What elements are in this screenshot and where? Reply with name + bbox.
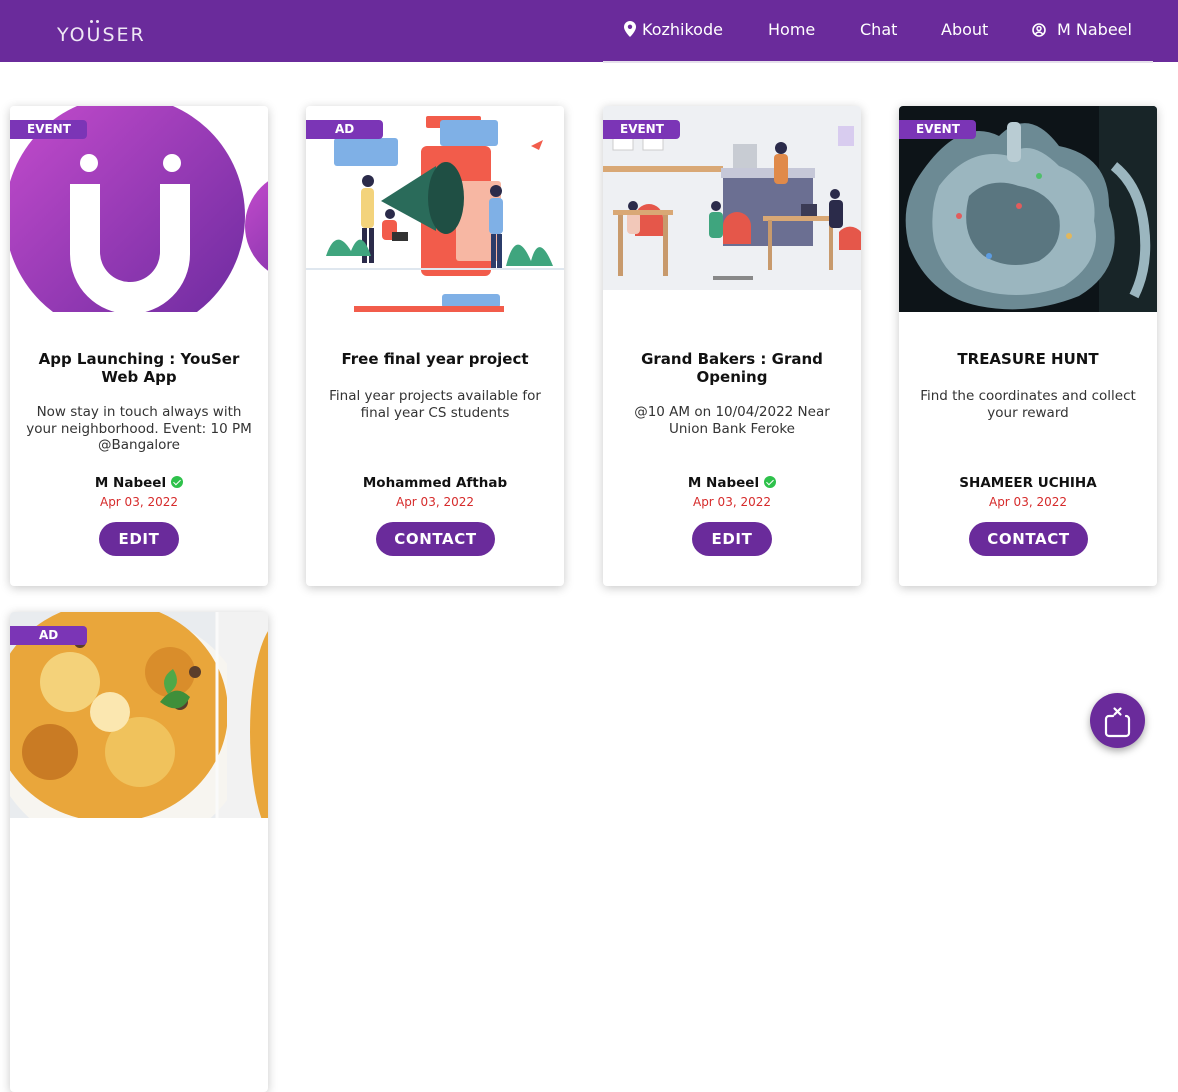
top-navbar: YOUSER Kozhikode Home Chat About M Nabee…	[0, 0, 1178, 62]
contact-button[interactable]: CONTACT	[376, 522, 495, 556]
category-badge: EVENT	[899, 120, 976, 139]
card-title: TREASURE HUNT	[957, 350, 1099, 368]
card-title: Grand Bakers : Grand Opening	[641, 350, 823, 386]
card-date: Apr 03, 2022	[99, 495, 178, 509]
verified-check-icon	[171, 476, 184, 488]
edit-button[interactable]: EDIT	[692, 522, 772, 556]
post-card[interactable]: AD Free final year project Final year pr…	[306, 106, 564, 586]
post-card[interactable]: EVENT App Launching : YouSer Web App Now…	[10, 106, 268, 586]
brand-logo[interactable]: YOUSER	[57, 20, 146, 46]
nav-home[interactable]: Home	[768, 20, 815, 39]
post-card[interactable]: EVENT Grand Bakers : Grand Opening @10 A…	[603, 106, 861, 586]
card-title: Free final year project	[341, 350, 529, 368]
nav-location-label: Kozhikode	[642, 20, 723, 39]
category-badge: EVENT	[603, 120, 680, 139]
author-name: SHAMEER UCHIHA	[959, 475, 1097, 491]
author-name: Mohammed Afthab	[362, 475, 508, 491]
user-circle-icon	[1032, 23, 1046, 37]
edit-button[interactable]: EDIT	[99, 522, 179, 556]
card-author: Mohammed Afthab	[306, 475, 564, 491]
card-description: @10 AM on 10/04/2022 Near Union Bank Fer…	[634, 404, 830, 437]
author-name: M Nabeel	[687, 475, 760, 491]
card-description: Now stay in touch always with your neigh…	[26, 404, 252, 453]
contact-button[interactable]: CONTACT	[969, 522, 1088, 556]
author-name: M Nabeel	[94, 475, 167, 491]
nav-user-label: M Nabeel	[1057, 20, 1132, 39]
nav-location[interactable]: Kozhikode	[624, 20, 723, 39]
card-date: Apr 03, 2022	[395, 495, 474, 509]
nav-divider	[603, 61, 1153, 63]
nav-about[interactable]: About	[941, 20, 988, 39]
location-pin-icon	[624, 21, 636, 37]
floating-action-button[interactable]	[1090, 693, 1145, 748]
category-badge: AD	[306, 120, 383, 139]
nav-user-profile[interactable]: M Nabeel	[1032, 20, 1132, 39]
close-panel-icon	[1104, 707, 1131, 738]
card-author: M Nabeel	[10, 475, 268, 491]
card-description: Final year projects available for final …	[329, 388, 541, 421]
card-date: Apr 03, 2022	[988, 495, 1067, 509]
card-date: Apr 03, 2022	[692, 495, 771, 509]
category-badge: EVENT	[10, 120, 87, 139]
nav-chat[interactable]: Chat	[860, 20, 897, 39]
post-card[interactable]: EVENT TREASURE HUNT Find the coordinates…	[899, 106, 1157, 586]
card-description: Find the coordinates and collect your re…	[920, 388, 1136, 421]
card-author: SHAMEER UCHIHA	[899, 475, 1157, 491]
card-title: App Launching : YouSer Web App	[38, 350, 240, 386]
category-badge: AD	[10, 626, 87, 645]
card-author: M Nabeel	[603, 475, 861, 491]
post-card[interactable]: AD	[10, 612, 268, 1092]
verified-check-icon	[764, 476, 777, 488]
